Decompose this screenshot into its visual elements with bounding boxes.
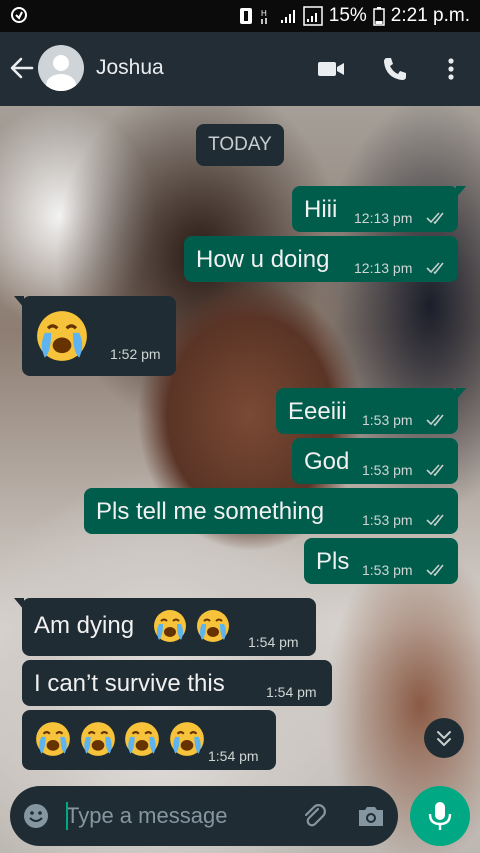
cell-signal-icon: [280, 10, 295, 23]
message-text: Am dying: [34, 612, 135, 639]
message-text: God: [304, 448, 350, 475]
avatar[interactable]: [38, 45, 84, 91]
whatsapp-status-icon: [11, 7, 27, 23]
message-emoji: [34, 308, 90, 364]
message-text: Pls tell me something: [96, 498, 325, 525]
status-bar: H 15% 2:21 p.m.: [0, 0, 480, 32]
outgoing-message[interactable]: Pls tell me something 1:53 pm: [84, 488, 458, 534]
read-ticks-icon: [426, 463, 448, 477]
mic-button[interactable]: [410, 786, 470, 846]
video-call-icon[interactable]: [316, 54, 346, 84]
outgoing-message[interactable]: God 1:53 pm: [292, 438, 458, 484]
message-composer: [10, 786, 398, 846]
incoming-message[interactable]: 1:52 pm: [14, 296, 176, 376]
chat-header: Joshua: [0, 32, 480, 106]
outgoing-message[interactable]: How u doing 12:13 pm: [184, 236, 458, 282]
cell-signal-2-icon: [303, 6, 323, 26]
incoming-message[interactable]: 1:54 pm: [22, 710, 276, 770]
message-text: How u doing: [196, 246, 330, 273]
message-input[interactable]: [66, 796, 286, 836]
outgoing-message[interactable]: Hiii 12:13 pm: [292, 186, 466, 232]
incoming-message[interactable]: Am dying 1:54 pm: [14, 598, 316, 656]
read-ticks-icon: [426, 513, 448, 527]
loudly-crying-face-icon: [123, 720, 161, 758]
outgoing-message[interactable]: Pls 1:53 pm: [304, 538, 458, 584]
signal-h-icon: H: [261, 9, 267, 24]
phone-call-icon[interactable]: [380, 54, 410, 84]
loudly-crying-face-icon: [79, 720, 117, 758]
paperclip-icon[interactable]: [300, 802, 328, 830]
notification-icon: [239, 8, 252, 24]
clock: 2:21 p.m.: [390, 5, 470, 26]
microphone-icon: [428, 802, 452, 830]
message-text: I can’t survive this: [34, 670, 225, 697]
loudly-crying-face-icon: [34, 308, 90, 364]
message-time: 1:53 pm: [362, 412, 413, 428]
read-ticks-icon: [426, 261, 448, 275]
outgoing-message[interactable]: Eeeiii 1:53 pm: [276, 388, 466, 434]
message-emoji: [152, 608, 231, 644]
scroll-down-icon: [437, 731, 451, 746]
loudly-crying-face-icon: [152, 608, 188, 644]
more-vertical-icon[interactable]: [436, 54, 466, 84]
loudly-crying-face-icon: [195, 608, 231, 644]
read-ticks-icon: [426, 563, 448, 577]
battery-icon: [373, 7, 385, 26]
read-ticks-icon: [426, 413, 448, 427]
contact-name[interactable]: Joshua: [96, 56, 164, 80]
loudly-crying-face-icon: [34, 720, 72, 758]
message-time: 1:54 pm: [266, 684, 317, 700]
incoming-message[interactable]: I can’t survive this 1:54 pm: [22, 660, 332, 706]
message-text: Hiii: [304, 196, 338, 223]
svg-text:H: H: [261, 9, 267, 18]
default-avatar-icon: [46, 55, 76, 91]
camera-icon[interactable]: [356, 802, 386, 830]
message-time: 1:52 pm: [110, 346, 161, 362]
message-text: Eeeiii: [288, 398, 347, 425]
battery-percent: 15%: [328, 5, 367, 26]
message-time: 12:13 pm: [354, 210, 413, 226]
text-caret: [66, 802, 68, 830]
message-time: 1:54 pm: [248, 634, 299, 650]
message-time: 1:53 pm: [362, 462, 413, 478]
back-arrow-icon[interactable]: [8, 54, 36, 82]
message-time: 12:13 pm: [354, 260, 413, 276]
read-ticks-icon: [426, 211, 448, 225]
scroll-down-button[interactable]: [424, 718, 464, 758]
message-text: Pls: [316, 548, 350, 575]
chat-area: TODAY Hiii 12:13 pm How u doing 12:13 pm…: [0, 106, 480, 853]
message-time: 1:54 pm: [208, 748, 259, 764]
message-time: 1:53 pm: [362, 562, 413, 578]
message-emoji: [34, 720, 206, 758]
message-time: 1:53 pm: [362, 512, 413, 528]
emoji-icon[interactable]: [22, 802, 50, 830]
loudly-crying-face-icon: [168, 720, 206, 758]
date-chip: TODAY: [196, 124, 284, 166]
